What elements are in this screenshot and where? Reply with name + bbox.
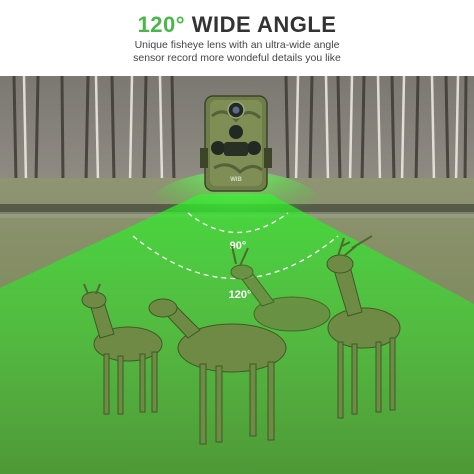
trail-camera: WiB <box>200 95 272 192</box>
product-scene: 90° 120° WiB <box>0 76 474 474</box>
title-accent: 120° <box>137 12 186 37</box>
outer-angle-label: 120° <box>229 289 252 301</box>
ir-led-left <box>211 141 225 155</box>
subtitle-line-1: Unique fisheye lens with an ultra-wide a… <box>134 39 340 51</box>
page: 120° WIDE ANGLE Unique fisheye lens with… <box>0 0 474 474</box>
camera-brand-logo: WiB <box>230 177 242 183</box>
subtitle-line-2: sensor record more wondeful details you … <box>133 52 341 64</box>
scene-illustration: 90° 120° WiB <box>0 76 474 474</box>
header-banner: 120° WIDE ANGLE Unique fisheye lens with… <box>0 0 474 76</box>
pir-sensor <box>229 125 243 139</box>
title-text: WIDE ANGLE <box>191 12 337 37</box>
subtitle: Unique fisheye lens with an ultra-wide a… <box>0 39 474 65</box>
page-title: 120° WIDE ANGLE <box>0 12 474 38</box>
ir-led-right <box>247 141 261 155</box>
